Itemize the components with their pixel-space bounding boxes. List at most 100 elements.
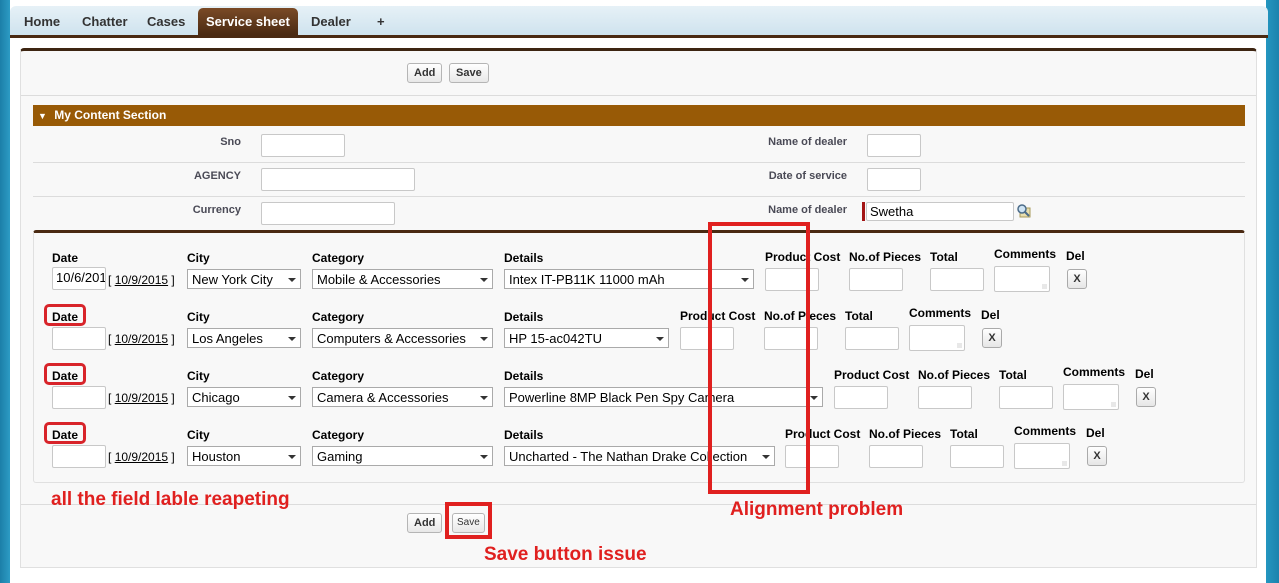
dropdown-arrow-icon [288,455,296,459]
column-label-comments: Comments [994,247,1057,261]
today-link[interactable]: 10/9/2015 [115,450,168,464]
save-button-top[interactable]: Save [449,63,489,83]
city-value: New York City [192,272,273,287]
total-input[interactable] [845,327,899,350]
tab-dealer[interactable]: Dealer [303,8,359,35]
details-value: Powerline 8MP Black Pen Spy Camera [509,390,735,405]
city-select[interactable]: Houston [187,446,301,466]
today-link[interactable]: 10/9/2015 [115,273,168,287]
city-select[interactable]: New York City [187,269,301,289]
category-select[interactable]: Computers & Accessories [312,328,493,348]
column-label-details: Details [504,310,544,324]
column-label-del: Del [981,308,1000,322]
delete-row-button[interactable]: X [982,328,1002,348]
total-input[interactable] [930,268,984,291]
comments-textarea[interactable] [994,266,1050,292]
add-button-top[interactable]: Add [407,63,443,83]
details-select[interactable]: HP 15-ac042TU [504,328,669,348]
section-title: My Content Section [54,108,167,122]
total-input[interactable] [950,445,1004,468]
category-value: Computers & Accessories [317,331,466,346]
agency-input[interactable] [261,168,415,191]
bracket: [ [108,391,112,405]
column-label-total: Total [950,427,978,441]
comments-textarea[interactable] [909,325,965,351]
column-label-date: Date [52,251,79,265]
dropdown-arrow-icon [288,396,296,400]
name-of-dealer-input[interactable] [867,134,921,157]
delete-row-button[interactable]: X [1136,387,1156,407]
column-label-city: City [187,428,210,442]
column-label-city: City [187,310,210,324]
today-date-link[interactable]: [ 10/9/2015 ] [108,273,175,287]
today-link[interactable]: 10/9/2015 [115,391,168,405]
tab-home[interactable]: Home [16,8,68,35]
tab-chatter[interactable]: Chatter [74,8,136,35]
tab-service-sheet[interactable]: Service sheet [198,8,298,35]
annotation-highlight-date-label [44,304,86,326]
date-input[interactable]: 10/6/201 [52,267,106,290]
bracket: [ [108,450,112,464]
today-date-link[interactable]: [ 10/9/2015 ] [108,391,175,405]
today-date-link[interactable]: [ 10/9/2015 ] [108,450,175,464]
section-header[interactable]: ▼ My Content Section [33,105,1245,126]
column-label-del: Del [1086,426,1105,440]
bracket: ] [171,273,175,287]
city-select[interactable]: Chicago [187,387,301,407]
annotation-highlight-date-label [44,422,86,444]
sno-input[interactable] [261,134,345,157]
pieces-input[interactable] [849,268,903,291]
column-label-pieces: No.of Pieces [918,368,991,382]
annotation-save-button-issue: Save button issue [484,544,647,565]
column-label-city: City [187,251,210,265]
total-input[interactable] [999,386,1053,409]
column-label-pieces: No.of Pieces [869,427,942,441]
add-tab-plus-icon[interactable]: + [369,8,393,35]
field-label-agency: AGENCY [193,170,241,182]
pieces-input[interactable] [918,386,972,409]
required-indicator [862,202,865,221]
category-select[interactable]: Camera & Accessories [312,387,493,407]
dropdown-arrow-icon [288,278,296,282]
field-label-name-of-dealer: Name of dealer [768,136,847,148]
column-label-comments: Comments [909,306,972,320]
column-label-del: Del [1066,249,1085,263]
column-label-total: Total [845,309,873,323]
annotation-save-box [445,502,492,539]
comments-textarea[interactable] [1014,443,1070,469]
field-label-dealer-lookup: Name of dealer [768,204,847,216]
delete-row-button[interactable]: X [1087,446,1107,466]
divider [33,196,1245,197]
bracket: ] [171,450,175,464]
field-label-currency: Currency [192,204,241,216]
today-date-link[interactable]: [ 10/9/2015 ] [108,332,175,346]
column-label-total: Total [999,368,1027,382]
pieces-input[interactable] [869,445,923,468]
bracket: [ [108,273,112,287]
lookup-magnifier-icon[interactable] [1016,203,1031,218]
product-cost-input[interactable] [834,386,888,409]
column-label-city: City [187,369,210,383]
annotation-highlight-date-label [44,363,86,385]
city-select[interactable]: Los Angeles [187,328,301,348]
currency-input[interactable] [261,202,395,225]
date-input[interactable] [52,327,106,350]
add-button-bottom[interactable]: Add [407,513,443,533]
today-link[interactable]: 10/9/2015 [115,332,168,346]
column-label-pieces: No.of Pieces [849,250,922,264]
dropdown-arrow-icon [480,278,488,282]
comments-textarea[interactable] [1063,384,1119,410]
tab-cases[interactable]: Cases [139,8,193,35]
date-input[interactable] [52,386,106,409]
category-value: Mobile & Accessories [317,272,441,287]
field-label-date-of-service: Date of service [768,170,847,182]
date-of-service-input[interactable] [867,168,921,191]
category-select[interactable]: Mobile & Accessories [312,269,493,289]
dealer-lookup-input[interactable] [866,202,1014,221]
details-value: HP 15-ac042TU [509,331,602,346]
dropdown-arrow-icon [810,396,818,400]
delete-row-button[interactable]: X [1067,269,1087,289]
date-input[interactable] [52,445,106,468]
column-label-details: Details [504,251,544,265]
category-select[interactable]: Gaming [312,446,493,466]
